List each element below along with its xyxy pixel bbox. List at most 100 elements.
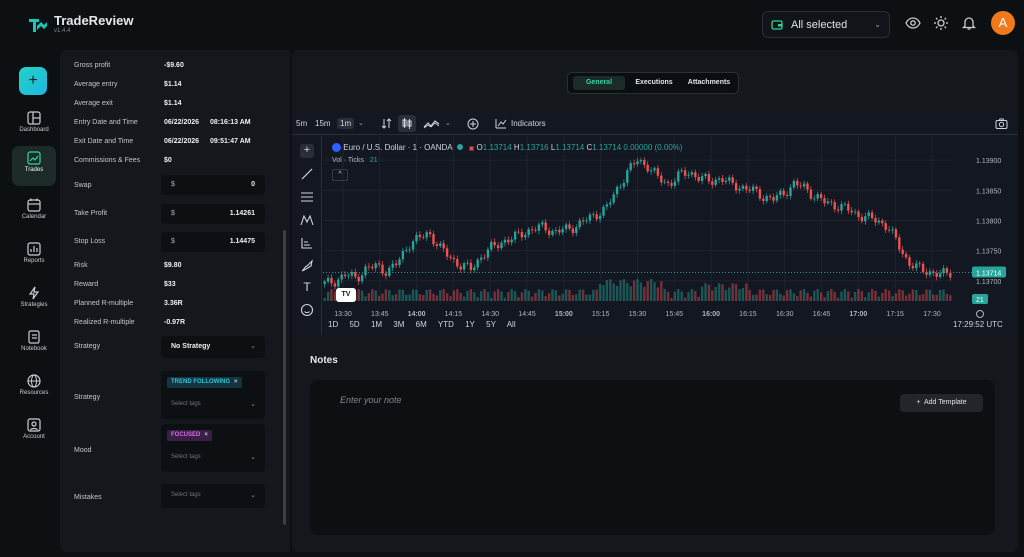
crosshair-icon[interactable]: + [300,144,314,158]
sidebar-item-calendar[interactable]: Calendar [12,193,56,233]
candle [360,275,364,282]
take-profit-input[interactable]: $ 1.14261 [161,204,265,224]
fib-icon[interactable] [300,190,314,204]
volume-bar [479,291,483,301]
ohlc-open: 1.13714 [482,143,512,152]
candle [898,237,901,250]
sidebar-item-strategies[interactable]: Strategies [12,281,56,321]
bell-icon[interactable] [961,15,977,31]
range-1y[interactable]: 1Y [465,320,475,329]
candle [687,174,690,176]
volume-bar [683,297,687,301]
volume-bar [462,296,466,301]
tag-trend-following[interactable]: TREND FOLLOWING × [167,377,242,388]
chart-canvas[interactable]: 1.13900 1.13850 1.13800 1.13750 1.13700 13:30… [323,136,1018,318]
volume-bar [330,289,333,301]
volume-bar [816,289,819,301]
sidebar-item-account[interactable]: Account [12,413,56,453]
candle [629,163,632,171]
text-tool-icon[interactable]: T [300,280,314,294]
chart-clock: 17:29:52 UTC [953,320,1003,329]
logo[interactable]: TradeReview v1.4.4 [28,14,134,35]
new-trade-button[interactable]: + [19,67,47,95]
volume-bar [833,291,836,301]
range-ytd[interactable]: YTD [438,320,454,329]
forecast-icon[interactable] [300,236,314,250]
volume-bar [544,296,547,301]
exit-datetime-label: Exit Date and Time [74,138,134,145]
indicators-button[interactable]: Indicators [511,119,546,128]
candle [507,239,510,243]
sidebar-item-resources[interactable]: Resources [12,369,56,409]
range-1d[interactable]: 1D [328,320,338,329]
add-circle-icon[interactable] [467,118,479,130]
pattern-icon[interactable] [300,213,314,227]
interval-1m[interactable]: 1m [337,118,355,129]
brush-icon[interactable] [300,259,314,273]
sort-icon[interactable] [381,118,392,129]
panel-scrollbar[interactable] [283,230,286,525]
close-icon[interactable]: × [204,432,208,438]
volume-bar [724,289,728,301]
candle [537,224,541,231]
trend-line-icon[interactable] [300,167,314,181]
volume-bar [921,294,925,301]
chevron-down-icon[interactable]: ⌄ [358,119,364,127]
volume-bar [469,289,473,301]
price-chart[interactable]: 5m 15m 1m ⌄ ⌄ Indicators + T 1.13900 1.1… [292,113,1018,335]
volume-bar [564,289,568,301]
swap-input[interactable]: $ 0 [161,175,265,195]
interval-5m[interactable]: 5m [296,119,307,128]
camera-icon[interactable] [995,118,1008,129]
mood-tags-select[interactable]: FOCUSED × Select tags ⌄ [161,424,265,472]
entry-date-value: 06/22/2026 [164,119,200,126]
sidebar-item-dashboard[interactable]: Dashboard [12,106,56,146]
candle [578,220,581,228]
sidebar-item-reports[interactable]: Reports [12,237,56,277]
eye-icon[interactable] [905,15,921,31]
candle [520,232,524,238]
strategy-select[interactable]: No Strategy ⌄ [161,336,265,358]
volume-bar [660,281,663,301]
sun-icon[interactable] [933,15,949,31]
mistakes-select[interactable]: Select tags ⌄ [161,484,265,508]
close-icon[interactable]: × [234,379,238,385]
emoji-icon[interactable] [300,303,314,317]
tag-focused[interactable]: FOCUSED × [167,430,212,441]
sidebar-item-notebook[interactable]: Notebook [12,325,56,365]
sidebar-item-trades[interactable]: Trades [12,146,56,186]
candle [367,266,371,268]
ohlc-high: 1.13716 [519,143,549,152]
trades-icon [27,151,41,165]
chevron-down-icon[interactable]: ⌄ [445,119,451,127]
avatar[interactable]: A [991,11,1015,35]
candle [806,183,809,190]
notes-editor[interactable]: Enter your note + Add Template [310,380,995,535]
stop-loss-input[interactable]: $ 1.14475 [161,232,265,252]
candles-button[interactable] [398,115,416,132]
volume-bar [700,286,704,301]
candle [935,272,938,277]
range-5y[interactable]: 5Y [486,320,496,329]
range-6m[interactable]: 6M [416,320,427,329]
notes-placeholder: Enter your note [340,395,402,405]
account-select[interactable]: All selected ⌄ [762,11,890,38]
add-template-button[interactable]: + Add Template [900,394,983,412]
collapse-legend-button[interactable]: ^ [332,169,348,181]
compare-icon[interactable] [423,118,440,129]
volume-bar [405,294,408,301]
interval-15m[interactable]: 15m [315,119,331,128]
indicators-icon [495,119,507,129]
range-5d[interactable]: 5D [349,320,359,329]
ohlc-change: 0.00000 (0.00%) [623,143,683,152]
range-1m[interactable]: 1M [371,320,382,329]
candle [493,241,496,246]
candle [921,263,925,272]
range-3m[interactable]: 3M [393,320,404,329]
tab-attachments[interactable]: Attachments [681,76,737,90]
tab-executions[interactable]: Executions [629,76,679,90]
tab-general[interactable]: General [573,76,625,90]
range-all[interactable]: All [507,320,516,329]
strategy-tags-select[interactable]: TREND FOLLOWING × Select tags ⌄ [161,371,265,419]
volume-bar [870,289,874,301]
